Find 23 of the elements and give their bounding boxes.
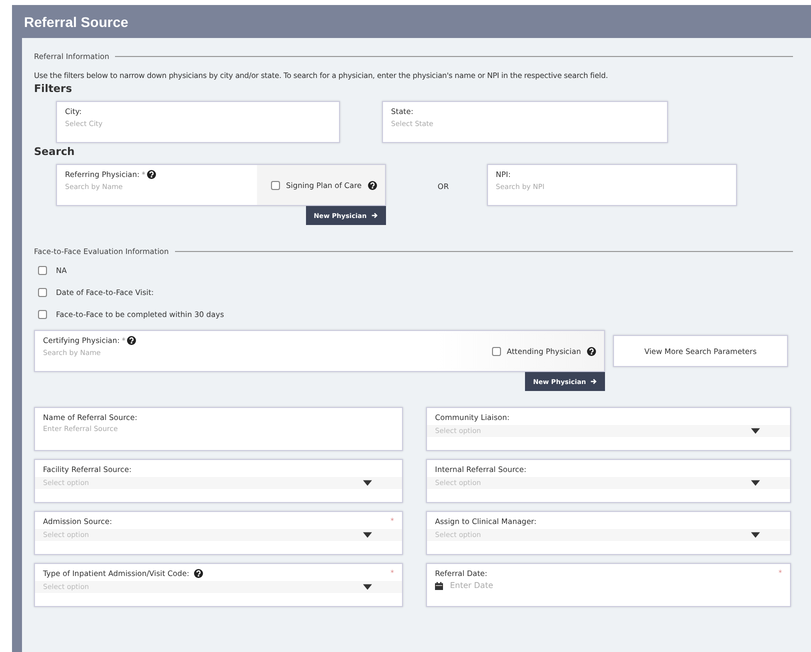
caret-icon — [363, 532, 372, 538]
calendar-icon — [435, 582, 443, 590]
arrow-icon — [370, 212, 378, 219]
caret-icon — [751, 532, 760, 538]
checkbox[interactable] — [492, 346, 501, 356]
help-icon[interactable] — [127, 336, 136, 345]
checkbox[interactable] — [271, 180, 280, 190]
help-icon[interactable] — [194, 569, 204, 578]
filters-heading: Filters — [34, 83, 73, 95]
date-field[interactable]: Enter Date — [450, 581, 570, 590]
checkbox[interactable] — [38, 288, 47, 296]
caret-icon — [751, 428, 760, 434]
help-icon[interactable] — [587, 346, 596, 356]
caret-icon — [363, 584, 372, 590]
help-icon[interactable] — [147, 170, 156, 179]
search-heading: Search — [34, 146, 76, 158]
page-title: Referral Source — [24, 14, 128, 30]
arrow-icon — [590, 378, 597, 385]
checkbox[interactable] — [38, 310, 47, 318]
caret-icon — [363, 480, 372, 486]
help-icon[interactable] — [368, 180, 377, 190]
caret-icon — [751, 480, 760, 486]
checkbox[interactable] — [38, 266, 47, 274]
